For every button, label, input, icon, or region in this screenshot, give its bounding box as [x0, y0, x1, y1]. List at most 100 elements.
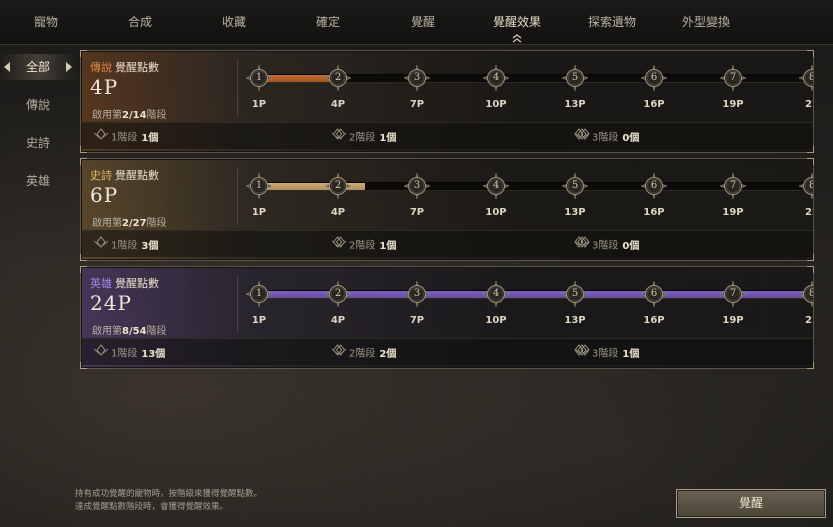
node-number: 4: [492, 180, 500, 191]
stage-stat-label: 3階段: [592, 132, 619, 144]
node-number: 2: [334, 288, 342, 299]
node-number: 1: [255, 288, 263, 299]
tab-awaken[interactable]: 覺醒: [383, 0, 463, 44]
milestone-node: 3: [404, 65, 430, 91]
stage-stats: 1階段 1個 2階段 1個 3階段 0個: [81, 122, 813, 149]
node-number: 8: [808, 288, 813, 299]
points-title: 覺醒點數: [115, 277, 159, 290]
stage-stat: 2階段 1個: [331, 235, 396, 253]
milestone-points-label: 4P: [330, 315, 346, 326]
node-number: 1: [255, 72, 263, 83]
stage-stat-value: 3個: [141, 240, 159, 252]
stage-stat-value: 2個: [379, 348, 397, 360]
stage-stat-label: 3階段: [592, 240, 619, 252]
node-number: 4: [492, 72, 500, 83]
milestone-points-label: 7P: [409, 315, 425, 326]
milestone-points-label: 1P: [251, 315, 267, 326]
milestone-points-label: 13P: [564, 99, 586, 110]
node-number: 3: [413, 72, 421, 83]
stage-stat: 2階段 2個: [331, 343, 396, 361]
epic-points-panel: 史詩 覺醒點數 6P 啟用第2/27階段 1 1P 2 4P 3 7P 4 10P 5 13P 6 16P 7 1…: [80, 158, 814, 261]
panel-title: 史詩 覺醒點數: [90, 167, 159, 183]
wing-emblem-icon: [93, 235, 109, 256]
wing-emblem-icon: [93, 127, 109, 148]
grade-label: 英雄: [90, 277, 112, 290]
node-number: 5: [571, 288, 579, 299]
stage-stat-value: 13個: [141, 348, 166, 360]
divider: [237, 59, 238, 117]
milestone-track: 1 1P 2 4P 3 7P 4 10P 5 13P 6 16P 7 19P 8 22: [241, 57, 813, 119]
divider: [237, 275, 238, 333]
milestone-node: 2: [325, 173, 351, 199]
arrow-left-icon: [4, 62, 10, 72]
milestone-node: 2: [325, 65, 351, 91]
awaken-points-value: 4P: [90, 75, 119, 99]
milestone-node: 7: [720, 173, 746, 199]
stage-stat: 1階段 3個: [93, 235, 158, 253]
node-number: 7: [729, 288, 737, 299]
awaken-button[interactable]: 覺醒: [676, 489, 826, 518]
nav-all[interactable]: 全部: [0, 54, 76, 80]
node-number: 8: [808, 180, 813, 191]
stage-stat-label: 2階段: [349, 348, 376, 360]
stage-prefix: 啟用第: [92, 326, 122, 337]
stage-stat-label: 1階段: [111, 348, 138, 360]
grade-label: 史詩: [90, 169, 112, 182]
points-title: 覺醒點數: [115, 61, 159, 74]
milestone-node: 3: [404, 173, 430, 199]
milestone-node: 6: [641, 281, 667, 307]
help-text-line-1: 持有成功覺醒的寵物時，按階級來獲得覺醒點數。: [75, 489, 263, 499]
panel-title: 英雄 覺醒點數: [90, 275, 159, 291]
wing-emblem-icon: [93, 343, 109, 364]
tab-confirm[interactable]: 確定: [288, 0, 368, 44]
node-number: 3: [413, 180, 421, 191]
stage-prefix: 啟用第: [92, 218, 122, 229]
stage-stat: 3階段 1個: [574, 343, 639, 361]
nav-hero[interactable]: 英雄: [0, 168, 76, 194]
stage-stat-value: 0個: [622, 132, 640, 144]
tab-appearance-change[interactable]: 外型變換: [666, 0, 746, 44]
node-number: 5: [571, 72, 579, 83]
node-number: 7: [729, 72, 737, 83]
milestone-node: 8: [799, 65, 813, 91]
node-number: 8: [808, 72, 813, 83]
milestone-points-label: 1P: [251, 99, 267, 110]
hero-points-panel: 英雄 覺醒點數 24P 啟用第8/54階段 1 1P 2 4P 3 7P 4 10P 5 13P 6 16P 7…: [80, 266, 814, 369]
node-number: 1: [255, 180, 263, 191]
node-number: 5: [571, 180, 579, 191]
tab-pets[interactable]: 寵物: [6, 0, 86, 44]
stage-value: 2/27: [122, 218, 147, 229]
milestone-node: 6: [641, 173, 667, 199]
stage-stat: 1階段 1個: [93, 127, 158, 145]
milestone-points-label: 22: [805, 99, 813, 110]
milestone-node: 5: [562, 173, 588, 199]
milestone-points-label: 10P: [485, 315, 507, 326]
node-number: 7: [729, 180, 737, 191]
milestone-node: 1: [246, 173, 272, 199]
milestone-node: 2: [325, 281, 351, 307]
stage-stat-value: 1個: [622, 348, 640, 360]
tab-synthesis[interactable]: 合成: [100, 0, 180, 44]
tab-collection[interactable]: 收藏: [194, 0, 274, 44]
milestone-points-label: 16P: [643, 207, 665, 218]
triple-wing-emblem-icon: [574, 235, 590, 256]
nav-epic[interactable]: 史詩: [0, 130, 76, 156]
milestone-points-label: 19P: [722, 99, 744, 110]
milestone-track: 1 1P 2 4P 3 7P 4 10P 5 13P 6 16P 7 19P 8 22: [241, 273, 813, 335]
help-text: 持有成功覺醒的寵物時，按階級來獲得覺醒點數。 達成覺醒點數階段時，會獲得覺醒效果…: [75, 488, 262, 514]
stage-stat-label: 1階段: [111, 240, 138, 252]
stage-prefix: 啟用第: [92, 110, 122, 121]
tab-explore-relics[interactable]: 探索遺物: [572, 0, 652, 44]
milestone-node: 5: [562, 65, 588, 91]
node-number: 6: [650, 288, 658, 299]
stage-stat-value: 1個: [141, 132, 159, 144]
milestone-points-label: 4P: [330, 207, 346, 218]
milestone-node: 4: [483, 65, 509, 91]
stage-stat: 3階段 0個: [574, 235, 639, 253]
double-wing-emblem-icon: [331, 235, 347, 256]
stage-stat: 3階段 0個: [574, 127, 639, 145]
stage-stats: 1階段 3個 2階段 1個 3階段 0個: [81, 230, 813, 257]
nav-legend[interactable]: 傳說: [0, 92, 76, 118]
nav-all-label: 全部: [25, 60, 50, 74]
milestone-node: 1: [246, 281, 272, 307]
